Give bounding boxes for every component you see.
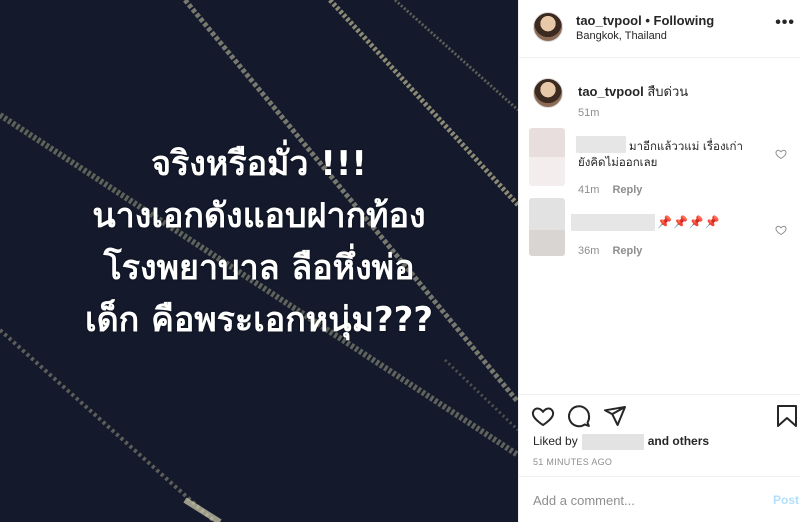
comment-time[interactable]: 36m [578,245,599,257]
following-button[interactable]: Following [654,13,715,28]
heart-icon[interactable] [531,404,555,428]
post-side-panel: tao_tvpool • Following Bangkok, Thailand… [518,0,800,522]
more-dots-icon[interactable]: ••• [775,14,795,32]
location-link[interactable]: Bangkok, Thailand [576,30,667,42]
commenter-avatar[interactable] [529,128,565,186]
comment-text-continued: ยังคิดไม่ออกเลย [578,155,658,169]
comment-time[interactable]: 41m [578,184,599,196]
caption-line: เด็ก คือพระเอกหนุ่ม??? [84,300,434,340]
post-header: tao_tvpool • Following Bangkok, Thailand… [519,0,800,58]
reply-button[interactable]: Reply [612,245,642,257]
author-username[interactable]: tao_tvpool [576,13,642,28]
add-comment-bar: Post [519,476,800,522]
author-avatar[interactable] [533,12,563,42]
caption-body: สืบด่วน [647,84,689,99]
liked-by-line: Liked by and others [533,434,709,450]
caption-text: tao_tvpool สืบด่วน [578,81,688,102]
caption-line: นางเอกดังแอบฝากท้อง [92,196,426,236]
comment-meta: 41m Reply [578,184,642,196]
comment-icon[interactable] [567,404,591,428]
separator-dot: • [645,13,650,28]
liked-by-prefix: Liked by [533,434,578,449]
post-timestamp[interactable]: 51 MINUTES AGO [533,457,612,467]
commenter-username-blurred[interactable] [571,214,655,231]
comment-like-heart-icon[interactable] [775,148,787,160]
commenter-avatar[interactable] [529,198,565,256]
share-icon[interactable] [603,404,627,428]
liked-by-username-blurred[interactable] [581,434,644,450]
image-caption: จริงหรือมั่ว !!! นางเอกดังแอบฝากท้อง โรง… [0,138,518,346]
commenter-username-blurred[interactable] [576,136,626,153]
comment-like-heart-icon[interactable] [775,224,787,236]
comment-text: 📌📌📌📌 [657,215,721,229]
post-image[interactable]: จริงหรือมั่ว !!! นางเอกดังแอบฝากท้อง โรง… [0,0,518,522]
caption-line: จริงหรือมั่ว !!! [151,144,367,184]
add-comment-input[interactable] [533,489,753,511]
comments-section[interactable]: tao_tvpool สืบด่วน 51m มาอีกแล้ววแม่ เรื… [519,58,800,394]
liked-by-others-link[interactable]: and others [648,434,709,448]
bookmark-icon[interactable] [776,404,798,428]
caption-time[interactable]: 51m [578,107,599,119]
post-actions: Liked by and others 51 MINUTES AGO [519,394,800,472]
comment-text: มาอีกแล้ววแม่ เรื่องเก่า [629,139,743,153]
comment-meta: 36m Reply [578,245,642,257]
caption-username[interactable]: tao_tvpool [578,84,644,99]
caption-line: โรงพยาบาล ลือหึ่งพ่อ [103,248,415,288]
author-avatar[interactable] [533,78,563,108]
reply-button[interactable]: Reply [612,184,642,196]
author-line: tao_tvpool • Following [576,13,714,28]
post-comment-button[interactable]: Post [773,493,799,507]
